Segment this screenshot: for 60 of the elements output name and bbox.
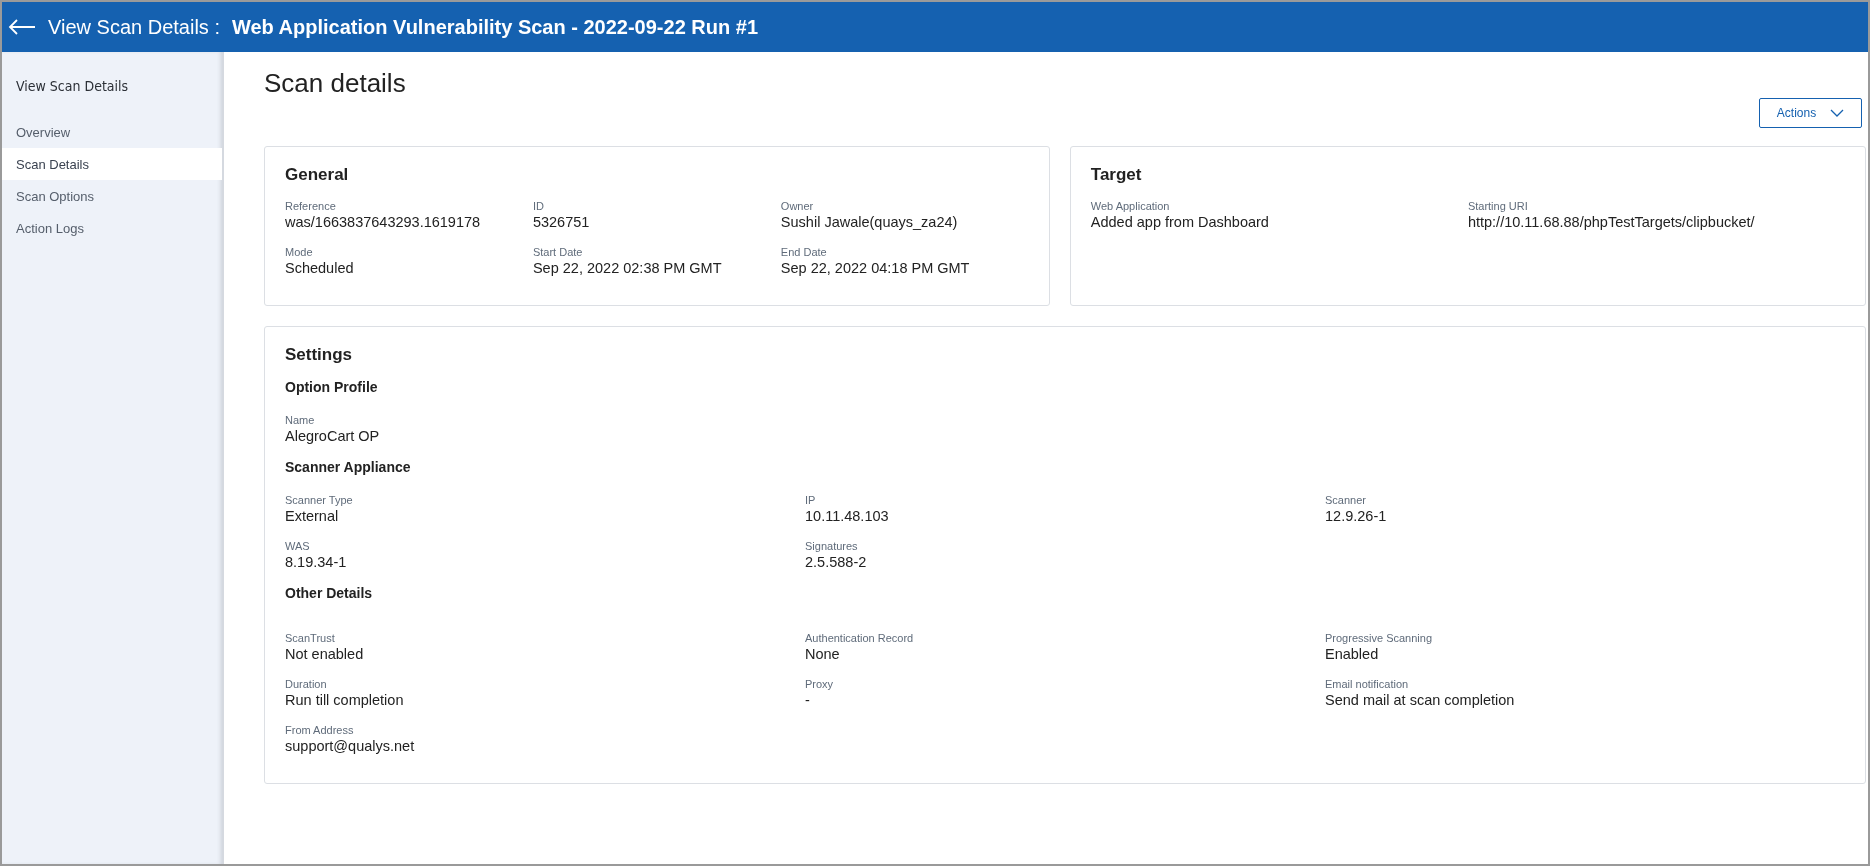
sidebar-item[interactable]: Action Logs (2, 212, 222, 244)
back-arrow-icon (8, 19, 36, 35)
sidebar-item[interactable]: Scan Options (2, 180, 222, 212)
card-title: Settings (285, 345, 354, 365)
field-label: ScanTrust (285, 631, 335, 645)
section-title: Option Profile (285, 379, 379, 395)
field-label: Owner (780, 199, 814, 213)
field-label: End Date (780, 245, 827, 259)
field-value: 8.19.34-1 (285, 553, 347, 571)
field-label: Authentication Record (805, 631, 914, 645)
field-value: Not enabled (285, 645, 364, 663)
field-value: 12.9.26-1 (1325, 507, 1387, 525)
field-value: http://10.11.68.88/phpTestTargets/clipbucket/ (1467, 213, 1755, 231)
field-label: From Address (285, 723, 354, 737)
section-title: Other Details (285, 585, 374, 601)
field-value: 5326751 (532, 213, 590, 231)
field-label: Starting URI (1467, 199, 1528, 213)
actions-button[interactable]: Actions (1759, 98, 1862, 128)
field-label: ID (532, 199, 544, 213)
field-value: 2.5.588-2 (805, 553, 867, 571)
field-value: Enabled (1325, 645, 1379, 663)
field-label: Start Date (532, 245, 583, 259)
field-value: Run till completion (285, 691, 404, 709)
field-value: support@qualys.net (285, 737, 415, 755)
field-label: IP (805, 493, 816, 507)
field-label: Name (285, 413, 315, 427)
card-title: General (285, 165, 350, 185)
field-value: - (805, 691, 810, 709)
field-label: Reference (285, 199, 336, 213)
field-label: WAS (285, 539, 310, 553)
field-label: Email notification (1325, 677, 1409, 691)
field-label: Mode (285, 245, 313, 259)
field-label: Scanner Type (285, 493, 353, 507)
field-value: Added app from Dashboard (1090, 213, 1269, 231)
field-label: Duration (285, 677, 327, 691)
field-value: AlegroCart OP (285, 427, 380, 445)
field-value: None (805, 645, 840, 663)
field-label: Web Application (1090, 199, 1170, 213)
field-value: External (285, 507, 339, 525)
page-title: Scan details (264, 68, 406, 99)
field-label: Proxy (805, 677, 834, 691)
sidebar-item[interactable]: Overview (2, 116, 222, 148)
sidebar-heading: View Scan Details (15, 78, 130, 96)
field-label: Scanner (1325, 493, 1366, 507)
field-label: Signatures (805, 539, 858, 553)
field-value: was/1663837643293.1619178 (285, 213, 481, 231)
field-label: Progressive Scanning (1325, 631, 1432, 645)
field-value: 10.11.48.103 (805, 507, 889, 525)
header-title: Web Application Vulnerability Scan - 2022-09-22 Run #1 (231, 15, 758, 39)
field-value: Sep 22, 2022 02:38 PM GMT (532, 259, 722, 277)
section-title: Scanner Appliance (285, 459, 412, 475)
field-value: Sep 22, 2022 04:18 PM GMT (780, 259, 970, 277)
back-button[interactable] (8, 19, 36, 35)
field-value: Scheduled (285, 259, 354, 277)
field-value: Send mail at scan completion (1325, 691, 1515, 709)
header-prefix: View Scan Details : (48, 15, 220, 39)
card-title: Target (1090, 165, 1143, 185)
chevron-down-icon (1830, 109, 1845, 117)
field-value: Sushil Jawale(quays_za24) (780, 213, 958, 231)
sidebar-item[interactable]: Scan Details (2, 148, 222, 180)
